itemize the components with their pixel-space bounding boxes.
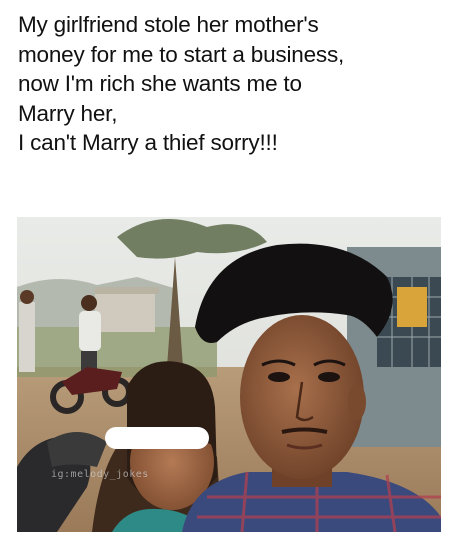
- eye-censor-bar: [105, 427, 209, 449]
- photo-watermark: ig:melody_jokes: [51, 469, 149, 480]
- meme-caption: My girlfriend stole her mother's money f…: [18, 10, 448, 158]
- caption-line-3: now I'm rich she wants me to: [18, 71, 302, 96]
- caption-line-4: Marry her,: [18, 100, 118, 126]
- selfie-photo: ig:melody_jokes: [17, 217, 441, 532]
- caption-line-1: My girlfriend stole her mother's: [18, 12, 319, 37]
- caption-line-5: I can't Marry a thief sorry!!!: [18, 130, 278, 155]
- caption-line-2: money for me to start a business,: [18, 41, 345, 67]
